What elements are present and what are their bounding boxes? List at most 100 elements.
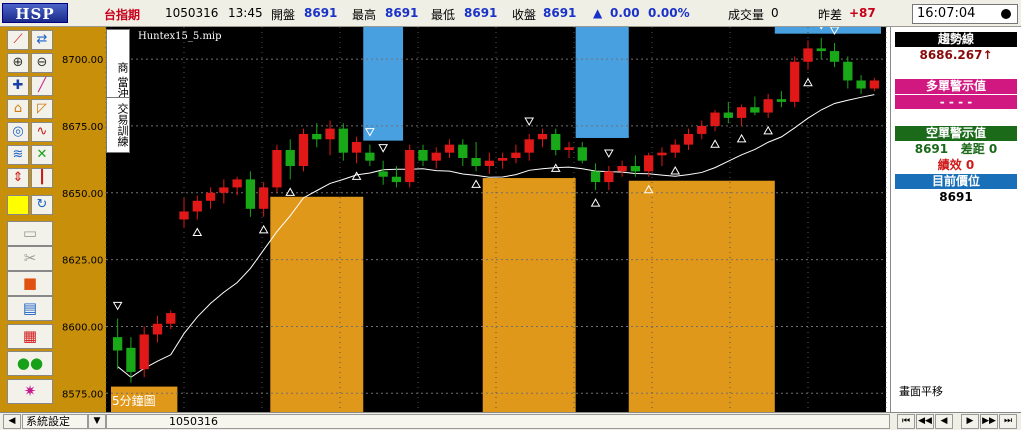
y-tick-label: 8575.00 xyxy=(62,389,103,400)
trend-line-icon[interactable]: ⟋ xyxy=(7,30,29,50)
candle-body xyxy=(617,166,627,172)
candle-body xyxy=(511,152,521,159)
symbol-name[interactable]: 台指期 xyxy=(104,6,140,23)
candle-body xyxy=(776,99,787,102)
candle-body xyxy=(803,48,813,62)
perf-value: 0 xyxy=(965,158,975,172)
long-alert-header: 多單警示值 xyxy=(895,79,1017,94)
export-icon[interactable]: ▤ xyxy=(7,296,53,321)
crosshair-icon[interactable]: ✚ xyxy=(7,76,29,96)
status-bar: ◀ 系統設定 ▼ 1050316 ⏮ ◀◀ ◀ ▶ ▶▶ ⏭ xyxy=(0,412,1021,430)
position-header: 目前價位 xyxy=(895,174,1017,189)
close-value: 8691 xyxy=(543,6,577,20)
candle-body xyxy=(644,155,654,172)
candle-body xyxy=(232,179,242,188)
low-label: 最低 xyxy=(431,8,456,22)
fast-back-icon[interactable]: ◀◀ xyxy=(916,414,934,429)
candle-body xyxy=(166,313,176,324)
candle-body xyxy=(829,51,840,62)
pen-icon[interactable]: ╱ xyxy=(31,76,53,96)
candle-body xyxy=(856,80,866,89)
study-name: Huntex15_5.mip xyxy=(138,31,222,42)
clock: 16:07:04 xyxy=(912,4,1018,24)
fib-icon[interactable]: ≋ xyxy=(7,145,29,165)
candle-body xyxy=(750,107,760,113)
curve-icon[interactable]: ∿ xyxy=(31,122,53,142)
arrow-icon[interactable]: ⇕ xyxy=(7,168,29,188)
bar-icon[interactable]: ┃ xyxy=(31,168,53,188)
short-alert-row: 8691 差距 0 xyxy=(895,142,1017,156)
candle-body xyxy=(245,179,256,209)
alert-icon[interactable]: ✷ xyxy=(7,379,53,404)
step-forward-icon[interactable]: ▶ xyxy=(961,414,979,429)
zoom-out-icon[interactable]: ⊖ xyxy=(31,53,53,73)
perf-label: 績效 xyxy=(937,158,962,172)
blue-zone xyxy=(774,27,881,34)
change-value: 0.00 xyxy=(610,6,640,20)
candle-body xyxy=(604,171,614,183)
candle-body xyxy=(112,337,123,351)
position-value: 8691 xyxy=(939,190,973,204)
folder-icon[interactable]: ▭ xyxy=(7,221,53,246)
short-alert-value: 8691 xyxy=(914,142,949,156)
y-tick-label: 8600.00 xyxy=(62,322,103,333)
perf-row: 績效 0 xyxy=(895,158,1017,172)
scissors-icon[interactable]: ✂ xyxy=(7,246,53,271)
wave-icon[interactable]: ✕ xyxy=(31,145,53,165)
short-diff-value: 0 xyxy=(988,142,998,156)
candle-body xyxy=(139,334,149,370)
stop-icon[interactable]: ■ xyxy=(7,271,53,296)
last-page-icon[interactable]: ⏭ xyxy=(999,414,1017,429)
system-setting-button[interactable]: 系統設定 xyxy=(22,414,88,429)
quote-date: 1050316 xyxy=(165,6,219,20)
blue-zone xyxy=(363,27,404,141)
zoom-in-icon[interactable]: ⊕ xyxy=(7,53,29,73)
diff-label: 昨差 xyxy=(818,8,843,22)
candle-body xyxy=(458,144,468,159)
refresh-icon[interactable]: ↻ xyxy=(31,195,53,215)
high-label: 最高 xyxy=(352,8,377,22)
candle-body xyxy=(670,144,680,153)
color-icon[interactable] xyxy=(7,195,29,215)
magnet-icon[interactable]: ⇄ xyxy=(31,30,53,50)
candle-body xyxy=(577,147,587,161)
candle-body xyxy=(378,171,388,177)
candle-body xyxy=(683,133,694,145)
candle-body xyxy=(816,48,826,52)
ruler-icon[interactable]: ◸ xyxy=(31,99,53,119)
first-page-icon[interactable]: ⏮ xyxy=(897,414,915,429)
record-dot-icon[interactable] xyxy=(1001,9,1011,19)
grid-icon[interactable]: ▦ xyxy=(7,324,53,349)
app-logo[interactable]: HSP xyxy=(2,3,68,23)
drawing-toolbar: ⟋ ⇄ ⊕ ⊖ ✚ ╱ ⌂ ◸ ◎ ∿ ≋ ✕ ⇕ ┃ ↻ ▭ ✂ ■ ▤ ▦ … xyxy=(0,27,60,412)
chart-area[interactable]: 8700.00 8675.00 8650.00 8625.00 8600.00 8575.… xyxy=(60,27,890,412)
trend-value: 8686.267↑ xyxy=(919,48,993,62)
step-back-icon[interactable]: ◀ xyxy=(935,414,953,429)
price-chart[interactable]: 8700.00 8675.00 8650.00 8625.00 8600.00 8575.… xyxy=(60,27,890,412)
short-diff-label: 差距 xyxy=(960,142,985,156)
pan-label[interactable]: 畫面平移 xyxy=(899,383,943,399)
unlock-icon[interactable]: ⌂ xyxy=(7,99,29,119)
top-bar: HSP 台指期 1050316 13:45 開盤 8691 最高 8691 最低… xyxy=(0,0,1021,27)
candle-body xyxy=(126,347,136,372)
people-icon[interactable]: ●● xyxy=(7,351,53,376)
candle-body xyxy=(630,166,641,172)
y-tick-label: 8700.00 xyxy=(62,55,103,66)
candle-body xyxy=(259,187,269,209)
candle-body xyxy=(272,149,282,188)
candle-body xyxy=(431,152,441,161)
fast-forward-icon[interactable]: ▶▶ xyxy=(980,414,998,429)
candle-body xyxy=(736,107,747,118)
scroll-left-icon[interactable]: ◀ xyxy=(3,414,21,429)
date-axis: 1050316 xyxy=(106,414,890,429)
compass-icon[interactable]: ◎ xyxy=(7,122,29,142)
diff-value: +87 xyxy=(849,6,876,20)
close-label: 收盤 xyxy=(512,8,537,22)
high-value: 8691 xyxy=(385,6,419,20)
candle-body xyxy=(338,128,348,153)
change-arrow-icon: ▲ xyxy=(593,6,603,20)
candle-body xyxy=(790,61,800,102)
candle-body xyxy=(471,158,481,167)
dropdown-arrow-icon[interactable]: ▼ xyxy=(88,414,106,429)
training-label-box: 交易訓練 xyxy=(106,97,130,153)
